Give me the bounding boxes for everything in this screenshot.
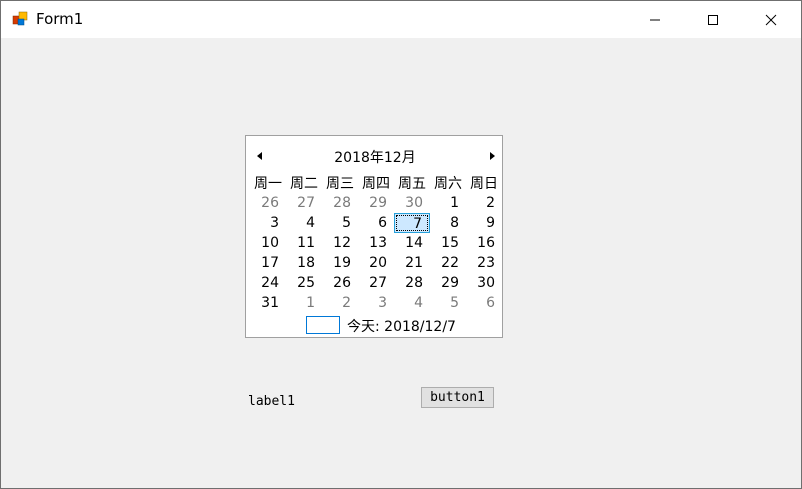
window-title: Form1 xyxy=(36,10,84,28)
calendar-day[interactable]: 12 xyxy=(322,233,358,253)
next-month-icon[interactable] xyxy=(486,150,498,162)
calendar-day[interactable]: 18 xyxy=(286,253,322,273)
calendar-day[interactable]: 11 xyxy=(286,233,322,253)
form-window: Form1 2018年12月 周一 周二 周三 周四 周五 周六 周日 262 xyxy=(0,0,802,489)
today-marker xyxy=(306,316,340,334)
calendar-day[interactable]: 8 xyxy=(430,213,466,233)
month-calendar[interactable]: 2018年12月 周一 周二 周三 周四 周五 周六 周日 26 27 28 29 30… xyxy=(245,135,503,338)
calendar-day[interactable]: 29 xyxy=(430,273,466,293)
today-label[interactable]: 今天: 2018/12/7 xyxy=(347,316,456,336)
calendar-day[interactable]: 26 xyxy=(250,193,286,213)
calendar-day[interactable]: 4 xyxy=(394,293,430,313)
calendar-day[interactable]: 10 xyxy=(250,233,286,253)
close-icon xyxy=(765,14,777,25)
calendar-day[interactable]: 1 xyxy=(286,293,322,313)
calendar-day[interactable]: 15 xyxy=(430,233,466,253)
calendar-day[interactable]: 2 xyxy=(322,293,358,313)
calendar-day[interactable]: 27 xyxy=(286,193,322,213)
weekday-label: 周二 xyxy=(290,176,318,192)
maximize-icon xyxy=(708,14,718,25)
calendar-day[interactable]: 7 xyxy=(394,213,430,233)
calendar-day[interactable]: 22 xyxy=(430,253,466,273)
calendar-day[interactable]: 2 xyxy=(466,193,502,213)
weekday-label: 周日 xyxy=(470,176,498,192)
maximize-button[interactable] xyxy=(684,1,742,38)
weekday-label: 周六 xyxy=(434,176,462,192)
weekday-label: 周一 xyxy=(254,176,282,192)
calendar-day[interactable]: 3 xyxy=(358,293,394,313)
minimize-icon xyxy=(650,19,660,20)
calendar-day[interactable]: 20 xyxy=(358,253,394,273)
calendar-day[interactable]: 14 xyxy=(394,233,430,253)
title-bar[interactable]: Form1 xyxy=(1,1,801,38)
label1: label1 xyxy=(248,394,295,409)
form-client-area: 2018年12月 周一 周二 周三 周四 周五 周六 周日 26 27 28 29 30… xyxy=(1,38,801,488)
calendar-day[interactable]: 5 xyxy=(430,293,466,313)
calendar-day[interactable]: 5 xyxy=(322,213,358,233)
calendar-day[interactable]: 23 xyxy=(466,253,502,273)
calendar-day[interactable]: 4 xyxy=(286,213,322,233)
calendar-day[interactable]: 28 xyxy=(394,273,430,293)
button1[interactable]: button1 xyxy=(421,387,494,408)
calendar-day[interactable]: 13 xyxy=(358,233,394,253)
calendar-day[interactable]: 25 xyxy=(286,273,322,293)
calendar-day[interactable]: 19 xyxy=(322,253,358,273)
calendar-day[interactable]: 31 xyxy=(250,293,286,313)
calendar-day[interactable]: 16 xyxy=(466,233,502,253)
weekday-label: 周四 xyxy=(362,176,390,192)
calendar-day[interactable]: 27 xyxy=(358,273,394,293)
calendar-day[interactable]: 6 xyxy=(358,213,394,233)
calendar-day[interactable]: 26 xyxy=(322,273,358,293)
calendar-day[interactable]: 6 xyxy=(466,293,502,313)
calendar-day[interactable]: 30 xyxy=(466,273,502,293)
calendar-day[interactable]: 30 xyxy=(394,193,430,213)
calendar-month-title[interactable]: 2018年12月 xyxy=(306,147,444,167)
calendar-day[interactable]: 24 xyxy=(250,273,286,293)
close-button[interactable] xyxy=(742,1,800,38)
calendar-day[interactable]: 17 xyxy=(250,253,286,273)
app-icon xyxy=(12,11,28,27)
calendar-day[interactable]: 9 xyxy=(466,213,502,233)
calendar-day[interactable]: 3 xyxy=(250,213,286,233)
calendar-day[interactable]: 1 xyxy=(430,193,466,213)
minimize-button[interactable] xyxy=(626,1,684,38)
calendar-day[interactable]: 29 xyxy=(358,193,394,213)
weekday-label: 周三 xyxy=(326,176,354,192)
weekday-label: 周五 xyxy=(398,176,426,192)
calendar-day[interactable]: 21 xyxy=(394,253,430,273)
calendar-day[interactable]: 28 xyxy=(322,193,358,213)
previous-month-icon[interactable] xyxy=(254,150,266,162)
weekday-header: 周一 周二 周三 周四 周五 周六 周日 xyxy=(250,173,502,193)
calendar-day-grid: 26 27 28 29 30 1 2 3 4 5 6 7 8 9 10 11 12 13 14 15 16 17 18 19 2… xyxy=(250,193,502,313)
